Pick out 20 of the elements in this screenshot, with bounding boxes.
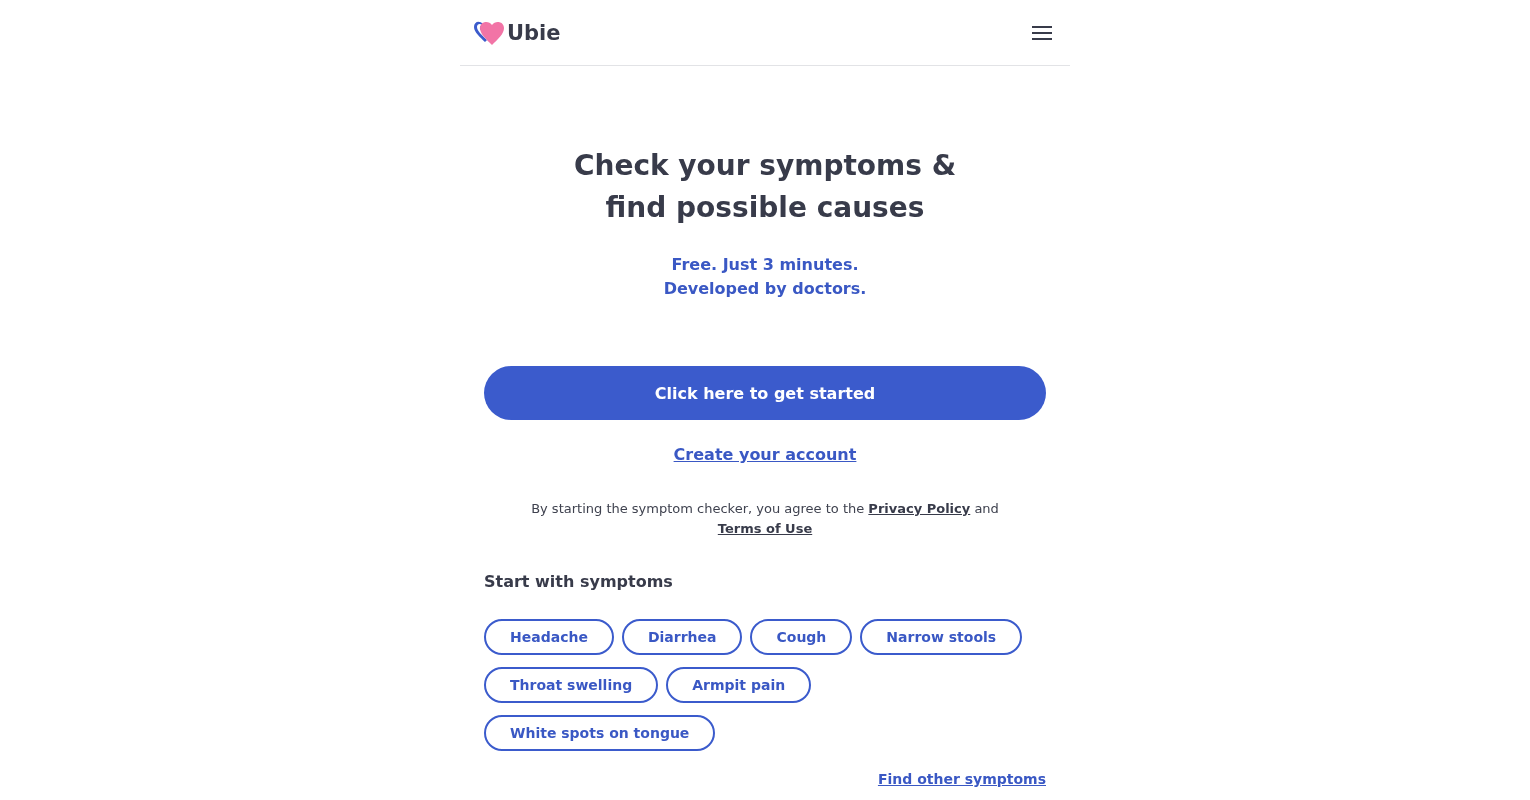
symptom-chip[interactable]: Headache <box>484 619 614 655</box>
menu-button[interactable] <box>1032 25 1052 40</box>
hero-title: Check your symptoms & find possible causes <box>573 148 957 226</box>
find-symptoms-link[interactable]: Find other symptoms <box>877 769 1046 789</box>
terms-of-use-link[interactable]: Terms of Use <box>717 521 813 536</box>
consent-text: By starting the symptom checker, you agree to the Privacy Policy and Terms of Use <box>530 500 1000 538</box>
symptom-chip[interactable]: Diarrhea <box>621 619 743 655</box>
symptom-chip[interactable]: White spots on tongue <box>484 715 716 751</box>
logo-text[interactable]: Ubie <box>507 19 561 46</box>
symptom-chip[interactable]: Armpit pain <box>666 667 812 703</box>
symptom-chip[interactable]: Cough <box>750 619 853 655</box>
symptom-chip[interactable]: Narrow stools <box>860 619 1023 655</box>
symptom-chip[interactable]: Throat swelling <box>484 667 659 703</box>
privacy-policy-link[interactable]: Privacy Policy <box>868 501 971 516</box>
hero-subtitle: Free. Just 3 minutes. Developed by doctors. <box>663 254 867 300</box>
heart-logo-icon <box>474 19 504 46</box>
menu-icon <box>1032 25 1052 40</box>
section-heading: Start with symptoms <box>484 571 673 593</box>
create-account-link[interactable]: Create your account <box>673 443 857 467</box>
get-started-button[interactable]: Click here to get started <box>484 366 1046 420</box>
